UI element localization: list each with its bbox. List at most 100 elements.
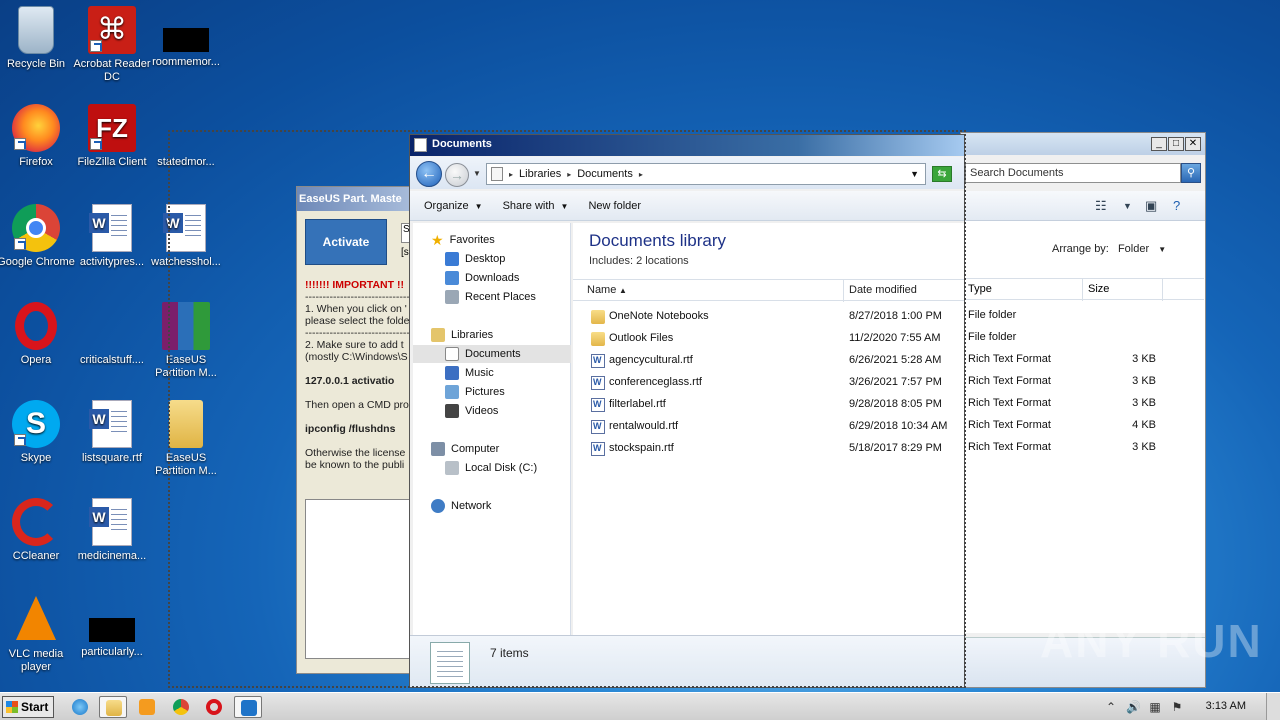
search-documents-input[interactable]: Search Documents [965,163,1181,183]
breadcrumb-documents[interactable]: Documents [577,168,633,180]
start-button[interactable]: Start [2,696,54,718]
address-dropdown-icon[interactable]: ▼ [910,169,919,179]
breadcrumb-libraries[interactable]: Libraries [519,168,561,180]
column-header-type[interactable]: Type [968,283,992,295]
star-icon: ★ [431,232,444,248]
minimize-button[interactable]: _ [1151,137,1167,151]
nav-favorites[interactable]: ★ Favorites [431,231,495,249]
taskbar-media-player[interactable] [133,696,161,718]
file-row-overflow[interactable]: Rich Text Format 4 KB [966,416,1204,436]
desktop-icon-chrome[interactable]: Google Chrome [0,204,75,269]
documents-icon [445,347,459,361]
file-row[interactable]: stockspain.rtf 5/18/2017 8:29 PM [573,439,964,459]
action-center-flag-icon[interactable]: ⚑ [1170,700,1184,714]
file-row[interactable]: conferenceglass.rtf 3/26/2021 7:57 PM [573,373,964,393]
file-row-overflow[interactable]: Rich Text Format 3 KB [966,350,1204,370]
file-row-overflow[interactable]: Rich Text Format 3 KB [966,372,1204,392]
network-tray-icon[interactable]: ▦ [1148,700,1162,714]
license-textarea[interactable] [305,499,415,659]
nav-pictures[interactable]: Pictures [445,383,505,401]
nav-network[interactable]: Network [431,497,491,515]
desktop-icon-easeus-1[interactable]: EaseUS Partition M... [147,302,225,380]
refresh-icon[interactable]: ⇆ [932,166,952,182]
taskbar-explorer[interactable] [99,696,127,718]
nav-recent-places[interactable]: Recent Places [445,288,536,306]
column-header-name[interactable]: Name [587,284,616,296]
desktop-icon-ccleaner[interactable]: CCleaner [0,498,75,563]
desktop-icon-vlc[interactable]: VLC media player [0,596,75,674]
explorer-titlebar[interactable]: Documents [410,135,964,156]
new-folder-button[interactable]: New folder [588,200,641,212]
file-row[interactable]: rentalwould.rtf 6/29/2018 10:34 AM [573,417,964,437]
back-arrow-icon[interactable]: ← [416,161,442,187]
desktop-icon-roommemor[interactable]: roommemor... [147,6,225,69]
nav-local-disk[interactable]: Local Disk (C:) [445,459,537,477]
share-with-button[interactable]: Share with ▼ [503,200,569,212]
taskbar-easeus[interactable] [234,696,262,718]
show-desktop-button[interactable] [1266,693,1280,720]
nav-desktop[interactable]: Desktop [445,250,505,268]
internet-explorer-icon [72,699,88,715]
chevron-right-icon[interactable]: ▸ [567,170,571,179]
maximize-button[interactable]: □ [1168,137,1184,151]
desktop-icon-medicinema[interactable]: medicinema... [73,498,151,563]
file-row[interactable]: filterlabel.rtf 9/28/2018 8:05 PM [573,395,964,415]
desktop-icon-skype[interactable]: S Skype [0,400,75,465]
nav-documents[interactable]: Documents [413,345,571,363]
taskbar-opera[interactable] [200,696,228,718]
help-icon[interactable]: ? [1173,198,1180,213]
file-type: Rich Text Format [968,353,1051,365]
nav-videos[interactable]: Videos [445,402,498,420]
desktop-icon-particularly[interactable]: particularly... [73,596,151,659]
show-hidden-icons-icon[interactable]: ⌃ [1104,700,1118,714]
forward-arrow-icon[interactable]: → [445,163,469,187]
file-row-overflow[interactable]: File folder [966,328,1204,348]
file-row[interactable]: Outlook Files 11/2/2020 7:55 AM [573,329,964,349]
arrange-by[interactable]: Arrange by: Folder ▼ [1052,243,1166,255]
desktop-icon-filezilla[interactable]: FZ FileZilla Client [73,104,151,169]
nav-music[interactable]: Music [445,364,494,382]
file-row-overflow[interactable]: Rich Text Format 3 KB [966,438,1204,458]
breadcrumb[interactable]: ▸ Libraries ▸ Documents ▸ ▼ [486,163,926,185]
taskbar-ie[interactable] [66,696,94,718]
vlc-cone-icon [16,596,56,640]
system-tray: ⌃ 🔊 ▦ ⚑ 3:13 AM [1104,693,1280,720]
desktop-icon-criticalstuff[interactable]: criticalstuff.... [73,302,151,367]
chevron-down-icon[interactable]: ▼ [1123,201,1132,211]
desktop-icon-firefox[interactable]: Firefox [0,104,75,169]
chevron-right-icon[interactable]: ▸ [509,170,513,179]
column-header-size[interactable]: Size [1088,283,1109,295]
file-row[interactable]: OneNote Notebooks 8/27/2018 1:00 PM [573,307,964,327]
desktop-icon-activitypres[interactable]: activitypres... [73,204,151,269]
nav-computer[interactable]: Computer [431,440,499,458]
preview-pane-icon[interactable]: ▣ [1145,198,1157,214]
view-options-icon[interactable]: ☷ [1095,198,1107,214]
clock[interactable]: 3:13 AM [1206,700,1246,712]
nav-libraries[interactable]: Libraries [431,326,493,344]
desktop-icon-recycle-bin[interactable]: Recycle Bin [0,6,75,71]
desktop-icon-listsquare[interactable]: listsquare.rtf [73,400,151,465]
nav-downloads[interactable]: Downloads [445,269,519,287]
organize-button[interactable]: Organize ▼ [424,200,483,212]
search-icon[interactable]: ⚲ [1181,163,1201,183]
file-row[interactable]: agencycultural.rtf 6/26/2021 5:28 AM [573,351,964,371]
volume-icon[interactable]: 🔊 [1126,700,1141,714]
recent-pages-dropdown-icon[interactable]: ▼ [473,169,481,178]
file-row-overflow[interactable]: File folder [966,306,1204,326]
includes-locations-link[interactable]: 2 locations [636,255,689,267]
desktop-icon-easeus-2[interactable]: EaseUS Partition M... [147,400,225,478]
word-document-icon [89,400,132,448]
chevron-right-icon[interactable]: ▸ [639,170,643,179]
rtf-document-icon [591,442,605,456]
easeus-titlebar[interactable]: EaseUS Part. Maste [297,187,415,211]
desktop-icon-statedmor[interactable]: statedmor... [147,104,225,169]
close-button[interactable]: ✕ [1185,137,1201,151]
desktop-icon-watchesshol[interactable]: watchesshol... [147,204,225,269]
column-header-date[interactable]: Date modified [849,284,917,296]
taskbar-chrome[interactable] [167,696,195,718]
desktop-icon-opera[interactable]: Opera [0,302,75,367]
file-row-overflow[interactable]: Rich Text Format 3 KB [966,394,1204,414]
activate-button[interactable]: Activate [305,219,387,265]
file-name: rentalwould.rtf [609,420,679,432]
desktop-icon-acrobat[interactable]: Acrobat Reader DC [73,6,151,84]
